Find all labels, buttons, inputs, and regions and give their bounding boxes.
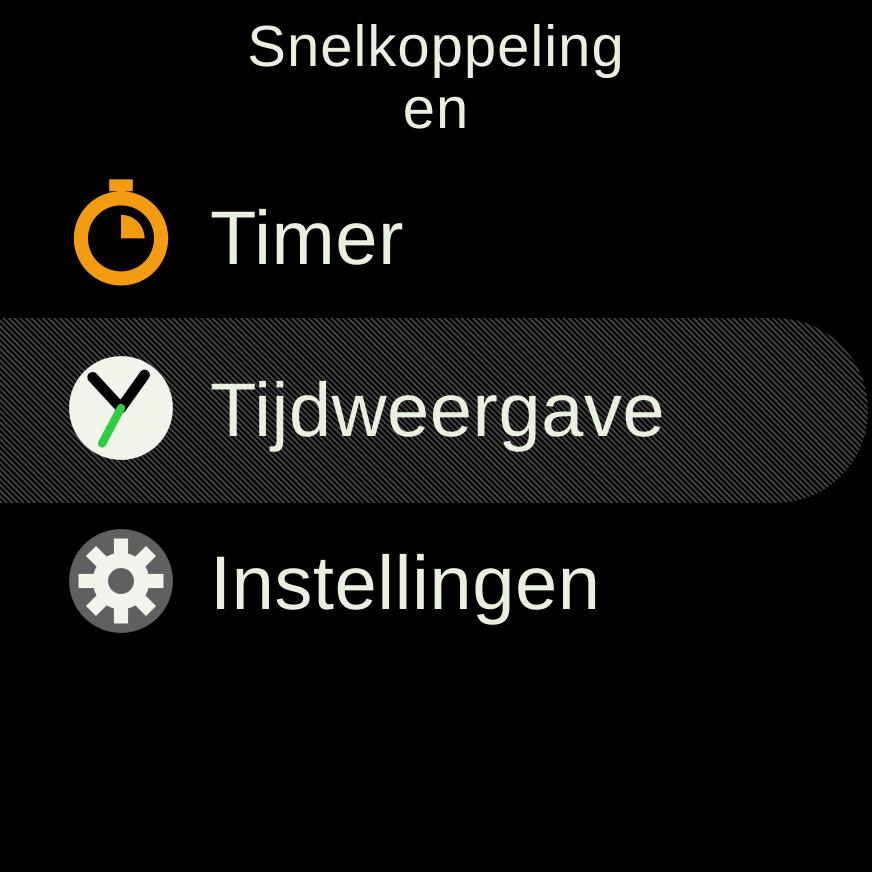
page-title-line2: en	[0, 78, 872, 140]
menu-item-label: Timer	[210, 195, 404, 282]
menu-item-instellingen[interactable]: Instellingen	[0, 503, 872, 663]
page-title: Snelkoppeling en	[0, 0, 872, 158]
watch-icon	[62, 349, 180, 472]
menu-item-timer[interactable]: Timer	[0, 158, 872, 318]
menu-item-tijdweergave[interactable]: Tijdweergave	[0, 318, 868, 503]
menu-list: Timer Tijdweergave	[0, 158, 872, 663]
gear-icon	[62, 522, 180, 645]
timer-icon	[62, 177, 180, 300]
menu-item-label: Tijdweergave	[210, 367, 665, 454]
menu-item-label: Instellingen	[210, 540, 601, 627]
page-title-line1: Snelkoppeling	[0, 16, 872, 78]
